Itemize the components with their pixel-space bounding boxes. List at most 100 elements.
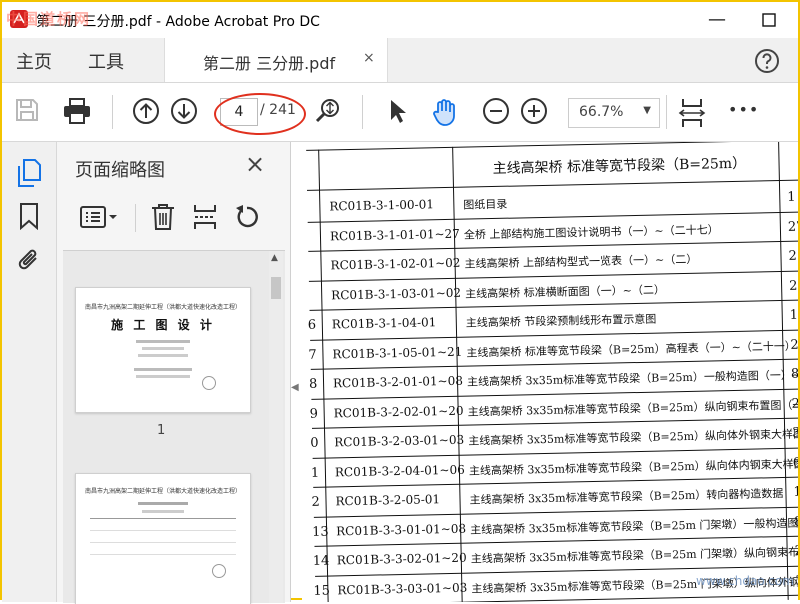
drawing-description: 主线高架桥 3x35m标准等宽节段梁（B=25m）一般构造图（一）~（八） [466, 367, 798, 389]
thumbnail-page-label: 1 [157, 423, 166, 438]
drawing-code: RC01B-3-1-05-01~21 [332, 344, 463, 361]
drawing-description: 主线高架桥 节段梁预制线形布置示意图 [465, 312, 657, 330]
options-menu-icon[interactable] [79, 204, 119, 234]
drawing-description: 主线高架桥 3x35m标准等宽节段梁（B=25m）纵向体外钢束大样图（一）~（三… [468, 425, 798, 448]
page-count: 3 [795, 573, 798, 589]
page-count: 1 [793, 484, 798, 500]
drawing-code: RC01B-3-3-02-01~20 [336, 550, 467, 568]
drawing-code: RC01B-3-2-02-01~20 [333, 403, 464, 420]
toolbar-divider [362, 95, 363, 129]
drawing-description: 主线高架桥 3x35m标准等宽节段梁（B=25m）转向器构造数据 [469, 486, 784, 507]
hand-tool-icon[interactable] [430, 97, 460, 127]
drawing-description: 主线高架桥 3x35m标准等宽节段梁（B=25m 门架墩）一般构造图（一）~（八… [470, 514, 798, 537]
row-number: 7 [308, 347, 317, 363]
drawing-code: RC01B-3-2-04-01~06 [334, 462, 465, 479]
row-number: 8 [308, 376, 318, 392]
page-count: 1 [787, 189, 796, 205]
close-tab-button[interactable]: × [363, 50, 375, 66]
row-number: 0 [310, 435, 319, 451]
chevron-down-icon: ▼ [643, 105, 651, 116]
maximize-button[interactable] [754, 8, 784, 32]
help-icon[interactable] [754, 48, 780, 74]
title-bar: 第二册 三分册.pdf - Adobe Acrobat Pro DC — [2, 2, 798, 38]
drawing-code: RC01B-3-2-01-01~08 [332, 373, 464, 391]
drawing-description: 全桥 上部结构施工图设计说明书（一）~（二十七） [463, 222, 719, 242]
thumbnail-project-title: 南昌市九洲高架二期延伸工程（洪都大道快速化改造工程） [84, 488, 241, 495]
row-number: 14 [312, 553, 330, 569]
toolbar-divider [112, 95, 113, 129]
print-icon[interactable] [62, 97, 92, 127]
zoom-out-icon[interactable] [482, 97, 512, 127]
watermark-top-left: 中国道桥网 [6, 10, 92, 28]
drawing-code: RC01B-3-1-01-01~27 [329, 226, 460, 243]
left-rail [2, 142, 57, 602]
drawing-description: 主线高架桥 3x35m标准等宽节段梁（B=25m 门架墩）纵向钢束布置图（一）~… [470, 543, 798, 566]
main-toolbar: 4 / 241 66.7% ▼ ••• [2, 83, 798, 142]
drawing-description: 主线高架桥 标准等宽节段梁（B=25m）高程表（一）~（二十一） [466, 339, 796, 360]
drawing-code: RC01B-3-3-03-01~03 [337, 580, 468, 597]
document-tab[interactable]: 第二册 三分册.pdf × [164, 38, 388, 82]
row-number: 6 [307, 317, 317, 333]
page-count: 8 [790, 366, 798, 382]
tools-tab[interactable]: 工具 [88, 48, 124, 74]
page-count: 6 [792, 455, 798, 471]
drawing-code: RC01B-3-1-03-01~02 [331, 285, 462, 302]
page-count: 20 [794, 543, 798, 559]
thumbnail-heading: 施 工 图 设 计 [111, 318, 215, 332]
fit-page-icon[interactable] [678, 97, 708, 127]
more-options-icon[interactable]: ••• [728, 100, 759, 119]
section-title: 主线高架桥 标准等宽节段梁（B=25m） [492, 155, 747, 178]
toolbar-divider [666, 95, 667, 129]
drawing-description: 主线高架桥 上部结构型式一览表（一）~（二） [464, 252, 698, 271]
row-number: 1 [310, 465, 320, 481]
zoom-in-icon[interactable] [520, 97, 550, 127]
drawing-code: RC01B-3-2-05-01 [335, 492, 441, 509]
row-number: 2 [311, 494, 320, 510]
attachment-icon[interactable] [16, 246, 42, 278]
previous-page-icon[interactable] [132, 97, 162, 127]
drawing-description: 主线高架桥 3x35m标准等宽节段梁（B=25m）纵向钢束布置图（一）~（二十） [467, 396, 798, 419]
document-view[interactable]: 主线高架桥 标准等宽节段梁（B=25m） RC01B-3-1-00-01 图纸目录… [302, 142, 798, 602]
document-tab-label: 第二册 三分册.pdf [203, 54, 336, 73]
row-number: 13 [312, 524, 329, 540]
home-tab[interactable]: 主页 [16, 48, 52, 74]
thumbnails-panel: 页面缩略图 × 南昌市九洲高架二期延伸工程（洪都大道快速化改造工程） 施 工 图… [57, 142, 291, 604]
minimize-button[interactable]: — [702, 8, 732, 32]
thumbnail-project-title: 南昌市九洲高架二期延伸工程（洪都大道快速化改造工程） [84, 304, 241, 311]
drawing-code: RC01B-3-1-02-01~02 [330, 255, 461, 273]
drawing-code: RC01B-3-3-01-01~08 [336, 521, 467, 538]
scroll-up-icon[interactable]: ▲ [271, 253, 278, 263]
page-count: 2 [788, 278, 798, 294]
drawing-code: RC01B-3-2-03-01~03 [334, 432, 465, 450]
panel-divider [135, 204, 136, 232]
annotation-highlight-ellipse [214, 93, 306, 135]
panel-title: 页面缩略图 [75, 160, 165, 181]
drawing-description: 图纸目录 [463, 197, 508, 212]
delete-page-icon[interactable] [149, 202, 177, 236]
page-count: 1 [789, 307, 798, 323]
bookmark-icon[interactable] [18, 202, 40, 234]
select-pointer-icon[interactable] [386, 97, 416, 127]
page-thumbnail-2[interactable]: 南昌市九洲高架二期延伸工程（洪都大道快速化改造工程） [75, 473, 251, 604]
extract-page-icon[interactable] [191, 202, 219, 236]
rotate-page-icon[interactable] [233, 202, 261, 236]
drawing-code: RC01B-3-1-00-01 [329, 197, 435, 214]
close-panel-button[interactable]: × [245, 150, 265, 178]
zoom-level-value: 66.7% [579, 104, 624, 120]
page-count: 2 [788, 248, 797, 264]
page-thumbnails-icon[interactable] [16, 158, 42, 192]
drawing-description: 主线高架桥 3x35m标准等宽节段梁（B=25m）纵向体内钢束大样图（一）~（六… [468, 455, 798, 478]
scrollbar-thumb[interactable] [271, 277, 281, 299]
find-zoom-icon[interactable] [314, 97, 344, 127]
row-number: 15 [313, 583, 331, 599]
zoom-level-dropdown[interactable]: 66.7% ▼ [568, 98, 660, 128]
row-number: 9 [309, 406, 319, 422]
page-thumbnail-1[interactable]: 南昌市九洲高架二期延伸工程（洪都大道快速化改造工程） 施 工 图 设 计 [75, 287, 251, 413]
next-page-icon[interactable] [170, 97, 200, 127]
watermark-bottom-right: www.chdao.com [696, 574, 794, 588]
page-count: 27 [787, 218, 798, 235]
save-icon[interactable] [14, 97, 44, 127]
page-count: 21 [790, 336, 798, 353]
collapse-panel-handle[interactable]: ◀ [291, 382, 301, 402]
thumbnail-scrollbar[interactable]: ▲ [269, 251, 283, 603]
